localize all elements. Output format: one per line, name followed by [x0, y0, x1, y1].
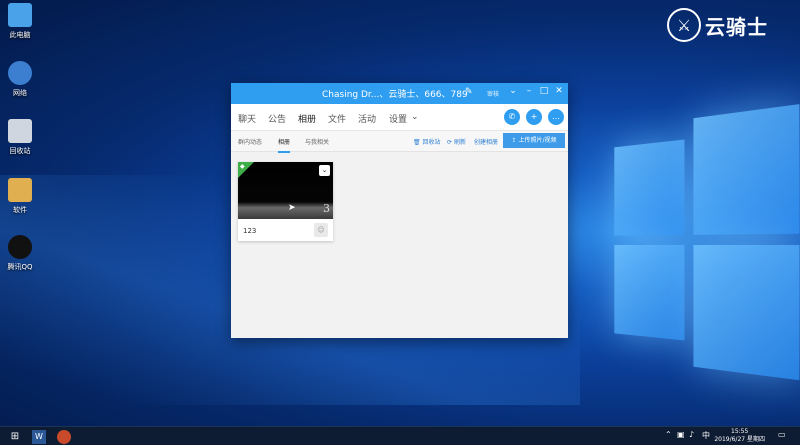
- network-globe-icon: [8, 61, 32, 85]
- desktop-icon-this-pc[interactable]: 此电脑: [0, 3, 40, 40]
- group-name: Chasing Dr...、云骑士、666、789: [322, 90, 468, 100]
- tab-settings[interactable]: 设置: [389, 112, 407, 125]
- clock[interactable]: 15:55 2019/6/27 星期四: [714, 428, 765, 444]
- knight-logo-icon: ⚔: [667, 8, 701, 42]
- settings-chevron-icon[interactable]: ⌄: [411, 112, 419, 122]
- desktop-icon-software[interactable]: 软件: [0, 178, 40, 215]
- taskbar: ⊞ W ⌃ ▣ ♪ 中 15:55 2019/6/27 星期四 ▭: [0, 426, 800, 445]
- tab-chat[interactable]: 聊天: [238, 112, 256, 125]
- tray-volume-icon[interactable]: ♪: [689, 430, 694, 439]
- word-app-icon[interactable]: W: [32, 430, 46, 444]
- album-photo-count: 3: [323, 202, 330, 215]
- title-small-label: 审核: [487, 91, 500, 98]
- add-message-icon[interactable]: +: [526, 109, 542, 125]
- desktop-icon-qq[interactable]: 腾讯QQ: [0, 235, 40, 272]
- windows-logo-wallpaper: [585, 104, 800, 386]
- upload-photo-button[interactable]: ⇪ 上传照片/视频: [503, 133, 565, 148]
- ime-indicator[interactable]: 中: [702, 430, 710, 441]
- album-title: 123: [243, 227, 257, 235]
- minimize-button[interactable]: –: [523, 86, 535, 96]
- refresh-link[interactable]: ⟳ 刷新: [447, 137, 466, 146]
- computer-icon: [8, 3, 32, 27]
- main-tabs: 聊天 公告 相册 文件 活动 设置 ⌄ ✆ + …: [231, 104, 568, 133]
- recycle-bin-icon: [8, 119, 32, 143]
- create-album-link[interactable]: 创建相册: [474, 137, 498, 146]
- album-menu-chevron-icon[interactable]: ⌄: [319, 165, 330, 176]
- tab-album[interactable]: 相册: [298, 112, 317, 133]
- window-title-bar[interactable]: Chasing Dr...、云骑士、666、789 ✎ 审核 ⌄ – □ ✕: [231, 83, 568, 104]
- tray-network-icon[interactable]: ▣: [677, 430, 685, 439]
- close-button[interactable]: ✕: [553, 86, 565, 96]
- brand-text: 云骑士: [705, 14, 768, 39]
- tab-activity[interactable]: 活动: [358, 112, 376, 125]
- subtab-related-to-me[interactable]: 与我相关: [305, 137, 329, 146]
- album-cover[interactable]: ◆ ⌄ ➤ 3: [238, 162, 333, 219]
- subtab-group-feed[interactable]: 群内动态: [238, 137, 262, 146]
- recycle-bin-link[interactable]: 🗑 回收站: [413, 137, 441, 146]
- desktop-icon-network[interactable]: 网络: [0, 61, 40, 98]
- tray-chevron-up-icon[interactable]: ⌃: [665, 430, 672, 439]
- tab-notice[interactable]: 公告: [268, 112, 286, 125]
- album-subnav: 群内动态 相册 与我相关 🗑 回收站 ⟳ 刷新 创建相册 ⇪ 上传照片/视频: [231, 131, 568, 153]
- edit-icon[interactable]: ✎: [465, 87, 473, 97]
- album-card[interactable]: ◆ ⌄ ➤ 3 123 ☺: [238, 162, 333, 241]
- qq-group-window: Chasing Dr...、云骑士、666、789 ✎ 审核 ⌄ – □ ✕ 聊…: [231, 83, 568, 338]
- chevron-down-icon[interactable]: ⌄: [507, 86, 519, 96]
- tab-files[interactable]: 文件: [328, 112, 346, 125]
- clock-date: 2019/6/27 星期四: [714, 436, 765, 443]
- album-badge-icon: ◆: [240, 163, 245, 170]
- desktop-icon-recycle-bin[interactable]: 回收站: [0, 119, 40, 156]
- mouse-cursor-icon: ➤: [288, 203, 296, 213]
- more-icon[interactable]: …: [548, 109, 564, 125]
- yunqishi-app-icon[interactable]: [57, 430, 71, 444]
- start-windows-icon[interactable]: ⊞: [8, 430, 22, 444]
- qq-penguin-icon: [8, 235, 32, 259]
- subtab-albums[interactable]: 相册: [278, 137, 291, 153]
- album-owner-avatar: ☺: [314, 223, 328, 237]
- maximize-button[interactable]: □: [538, 86, 550, 96]
- folder-icon: [8, 178, 32, 202]
- clock-time: 15:55: [731, 428, 749, 435]
- phone-call-icon[interactable]: ✆: [504, 109, 520, 125]
- brand-watermark: ⚔ 云骑士: [667, 8, 768, 42]
- notification-icon[interactable]: ▭: [778, 430, 786, 439]
